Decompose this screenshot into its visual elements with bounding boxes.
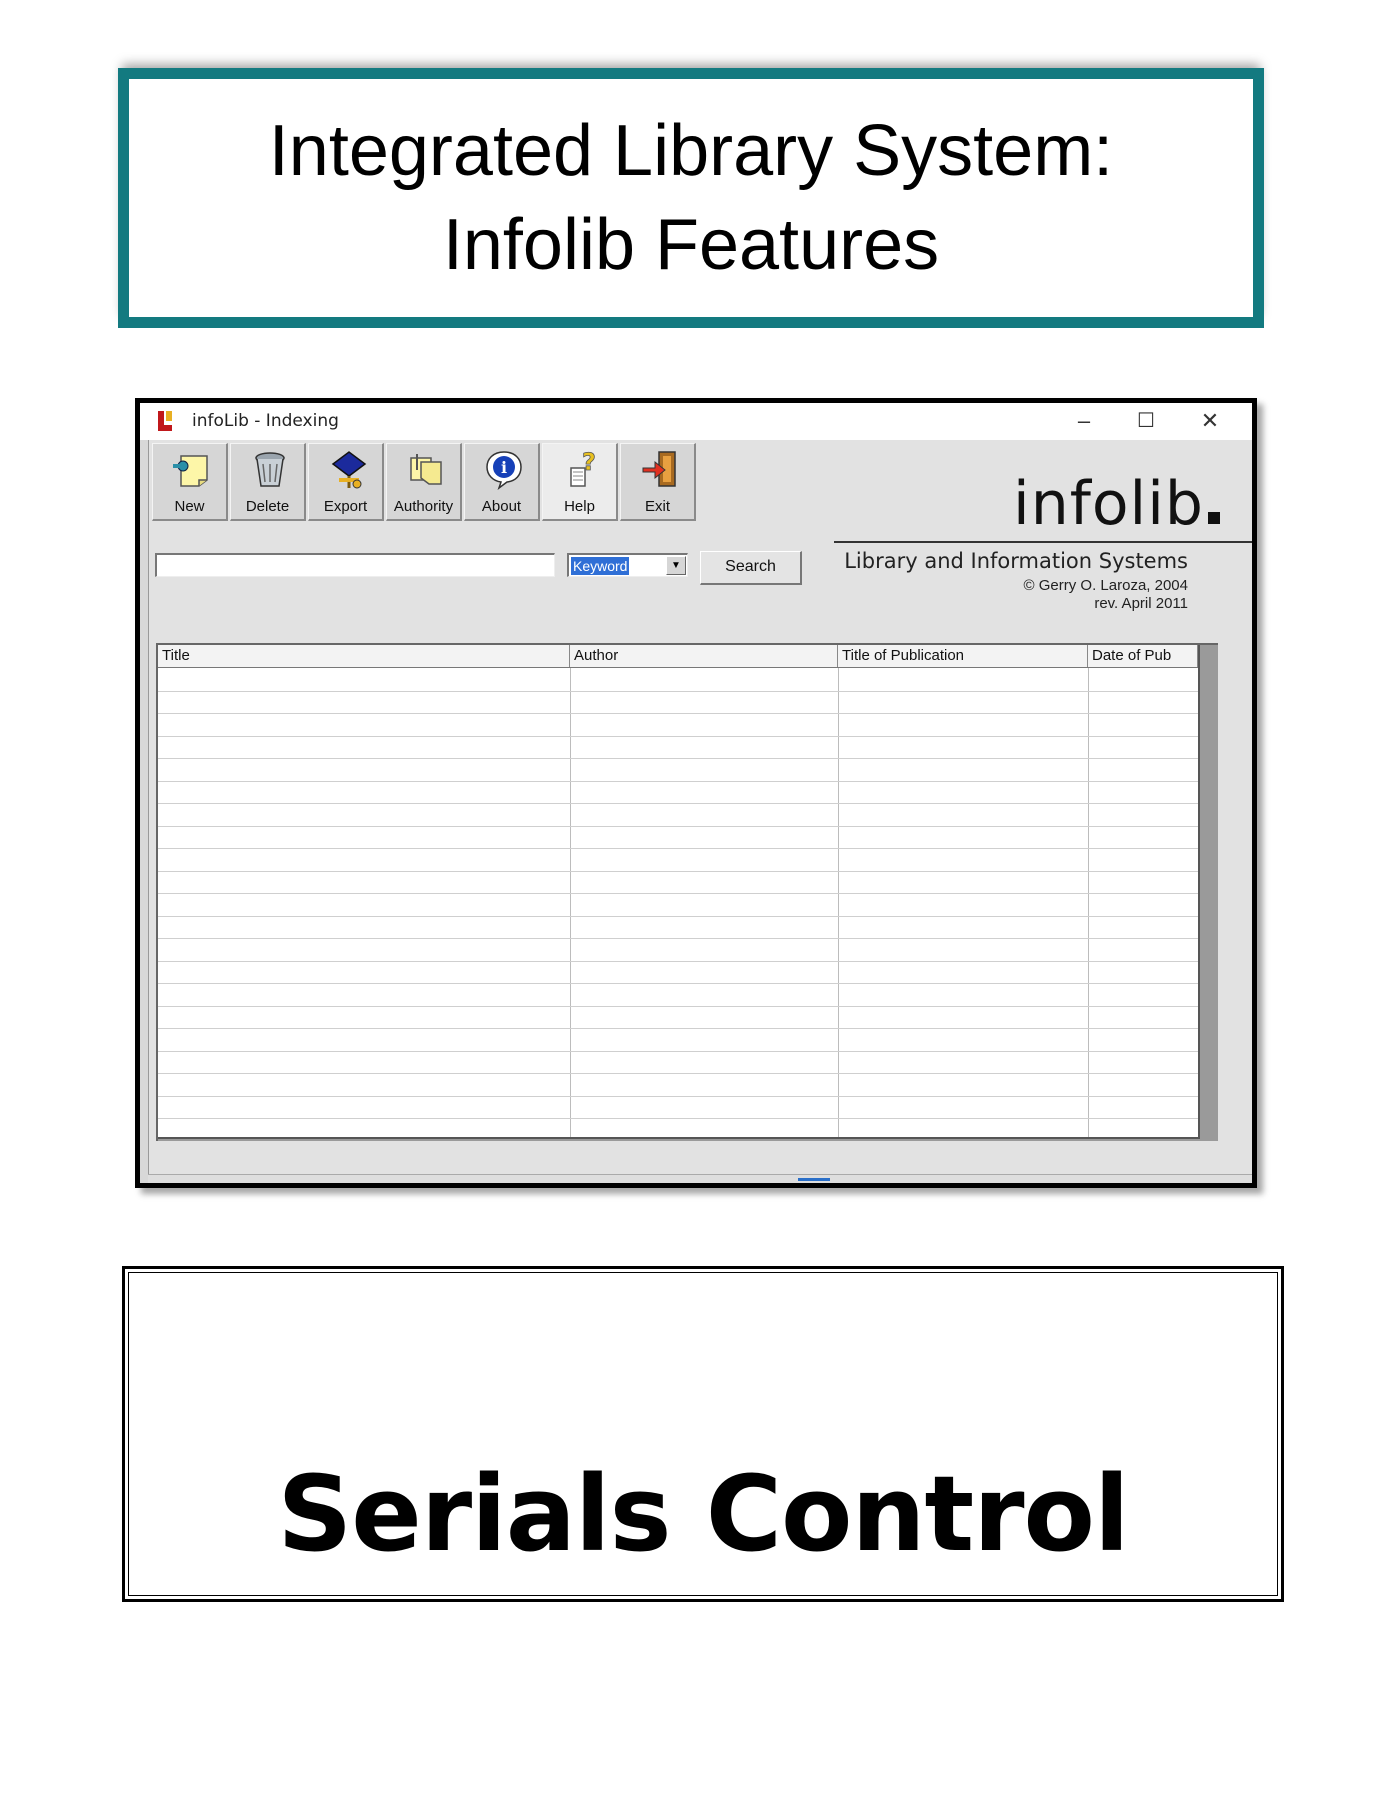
brand-logo: infolib xyxy=(1013,469,1220,539)
column-header-author[interactable]: Author xyxy=(570,645,838,667)
column-header-title-of-publication[interactable]: Title of Publication xyxy=(838,645,1088,667)
results-grid-frame: Title Author Title of Publication Date o… xyxy=(156,643,1218,1141)
grid-row-line xyxy=(158,1028,1198,1029)
delete-label: Delete xyxy=(245,498,290,515)
svg-text:?: ? xyxy=(582,450,596,476)
exit-button[interactable]: Exit xyxy=(620,443,696,521)
grid-row-line xyxy=(158,893,1198,894)
left-edge xyxy=(140,440,149,1183)
search-field-value: Keyword xyxy=(571,557,630,575)
page-title-line2: Infolib Features xyxy=(442,205,940,285)
grid-row-line xyxy=(158,1050,1198,1052)
title-box: Integrated Library System: Infolib Featu… xyxy=(118,68,1264,328)
grid-row-line xyxy=(158,1118,1198,1119)
column-divider xyxy=(570,668,571,1137)
delete-button[interactable]: Delete xyxy=(230,443,306,521)
new-button[interactable]: New xyxy=(152,443,228,521)
grid-row-line xyxy=(158,1095,1198,1097)
exit-label: Exit xyxy=(644,498,670,515)
grid-row-line xyxy=(158,960,1198,962)
export-icon xyxy=(331,451,367,489)
export-button[interactable]: Export xyxy=(308,443,384,521)
grid-row-line xyxy=(158,758,1198,759)
brand-subtitle: Library and Information Systems xyxy=(844,549,1188,573)
help-button[interactable]: ? Help xyxy=(542,443,618,521)
search-field-select[interactable]: Keyword ▼ xyxy=(567,553,688,577)
toolbar: New Delete Export Authority i About ? He… xyxy=(152,443,698,523)
window-titlebar: infoLib - Indexing – ☐ ✕ xyxy=(140,403,1252,440)
status-bar xyxy=(148,1174,1252,1183)
grid-row-line xyxy=(158,915,1198,917)
app-window: infoLib - Indexing – ☐ ✕ New Delete Expo… xyxy=(135,398,1257,1188)
about-icon: i xyxy=(486,451,522,490)
grid-row-line xyxy=(158,803,1198,804)
grid-row-line xyxy=(158,848,1198,849)
minimize-button[interactable]: – xyxy=(1058,405,1110,437)
column-header-title[interactable]: Title xyxy=(158,645,570,667)
new-label: New xyxy=(174,498,205,515)
grid-row-line xyxy=(158,713,1198,714)
exit-icon xyxy=(642,451,676,487)
brand-copyright: © Gerry O. Laroza, 2004 xyxy=(1023,577,1188,594)
search-input[interactable] xyxy=(155,553,555,577)
page-title-line1: Integrated Library System: xyxy=(268,111,1114,191)
about-label: About xyxy=(481,498,522,515)
section-heading: Serials Control xyxy=(277,1453,1129,1575)
brand-logo-text: infolib xyxy=(1013,469,1204,539)
results-grid[interactable]: Title Author Title of Publication Date o… xyxy=(158,645,1200,1139)
logo-square-icon xyxy=(1208,512,1220,524)
export-label: Export xyxy=(323,498,368,515)
grid-body[interactable] xyxy=(158,668,1198,1137)
brand-divider xyxy=(834,541,1252,543)
section-box-inner: Serials Control xyxy=(128,1272,1278,1596)
column-header-date-of-pub[interactable]: Date of Pub xyxy=(1088,645,1198,667)
maximize-button[interactable]: ☐ xyxy=(1120,405,1172,437)
infolib-app-icon xyxy=(158,411,172,431)
authority-label: Authority xyxy=(393,498,454,515)
grid-row-line xyxy=(158,938,1198,939)
grid-row-line xyxy=(158,1073,1198,1074)
column-divider xyxy=(1088,668,1089,1137)
brand-revision: rev. April 2011 xyxy=(1094,595,1188,612)
new-icon xyxy=(173,455,208,487)
delete-icon xyxy=(255,452,285,487)
svg-text:i: i xyxy=(501,458,507,477)
window-title: infoLib - Indexing xyxy=(192,411,339,431)
grid-row-line xyxy=(158,870,1198,872)
grid-row-line xyxy=(158,983,1198,984)
section-box: Serials Control xyxy=(122,1266,1284,1602)
grid-row-line xyxy=(158,1005,1198,1007)
grid-row-line xyxy=(158,690,1198,692)
authority-button[interactable]: Authority xyxy=(386,443,462,521)
status-indicator xyxy=(798,1178,830,1181)
grid-row-line xyxy=(158,735,1198,737)
help-label: Help xyxy=(564,498,595,515)
grid-row-line xyxy=(158,825,1198,827)
search-button[interactable]: Search xyxy=(700,551,802,585)
grid-row-line xyxy=(158,780,1198,782)
grid-header: Title Author Title of Publication Date o… xyxy=(158,645,1198,668)
help-icon: ? xyxy=(570,450,596,487)
column-divider xyxy=(838,668,839,1137)
authority-icon xyxy=(410,454,442,485)
chevron-down-icon[interactable]: ▼ xyxy=(666,556,686,575)
about-button[interactable]: i About xyxy=(464,443,540,521)
close-button[interactable]: ✕ xyxy=(1184,405,1236,437)
